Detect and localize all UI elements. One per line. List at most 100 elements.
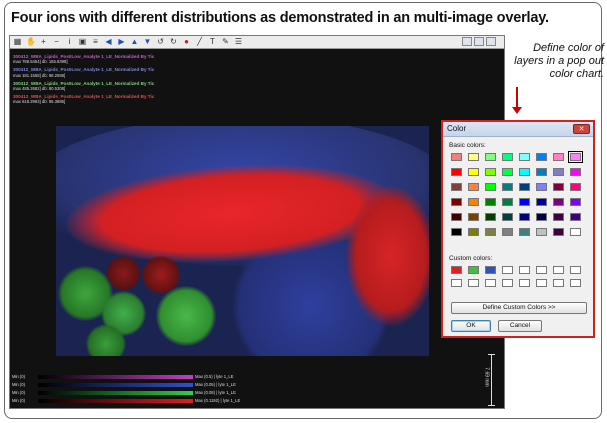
custom-color-swatch[interactable] bbox=[485, 266, 496, 274]
basic-color-swatch[interactable] bbox=[536, 198, 547, 206]
basic-color-swatch[interactable] bbox=[553, 198, 564, 206]
basic-color-swatch[interactable] bbox=[536, 213, 547, 221]
ok-button[interactable]: OK bbox=[451, 320, 491, 332]
basic-color-swatch[interactable] bbox=[570, 168, 581, 176]
basic-color-swatch[interactable] bbox=[570, 198, 581, 206]
rotate-left-icon[interactable]: ↺ bbox=[156, 37, 165, 46]
layer-stats: max 485.2682] db: 80.5308] bbox=[13, 86, 66, 92]
basic-color-swatch[interactable] bbox=[553, 153, 564, 161]
custom-color-swatch[interactable] bbox=[468, 266, 479, 274]
custom-color-swatch[interactable] bbox=[519, 266, 530, 274]
layout-icon[interactable] bbox=[462, 37, 472, 46]
layer-entry[interactable]: 300412_WBA_Lipids_Pos0Low_Analyte 1_LE_N… bbox=[13, 81, 154, 91]
basic-color-swatch[interactable] bbox=[468, 168, 479, 176]
color-icon[interactable] bbox=[474, 37, 484, 46]
basic-color-swatch[interactable] bbox=[468, 183, 479, 191]
custom-color-swatch[interactable] bbox=[536, 266, 547, 274]
basic-color-swatch[interactable] bbox=[519, 183, 530, 191]
basic-color-swatch[interactable] bbox=[570, 183, 581, 191]
basic-color-swatch[interactable] bbox=[536, 183, 547, 191]
colorbar-min: Min (0) bbox=[12, 374, 26, 379]
basic-color-swatch[interactable] bbox=[502, 198, 513, 206]
basic-color-swatch[interactable] bbox=[485, 198, 496, 206]
custom-color-swatch[interactable] bbox=[536, 279, 547, 287]
basic-color-swatch[interactable] bbox=[502, 153, 513, 161]
basic-color-swatch[interactable] bbox=[451, 183, 462, 191]
hand-icon[interactable]: ✋ bbox=[26, 37, 36, 46]
basic-color-swatch[interactable] bbox=[502, 183, 513, 191]
basic-color-swatch[interactable] bbox=[519, 153, 530, 161]
line-icon[interactable]: ╱ bbox=[195, 37, 204, 46]
basic-color-swatch[interactable] bbox=[568, 151, 583, 163]
basic-color-swatch[interactable] bbox=[553, 228, 564, 236]
colorbar-min: Min (0) bbox=[12, 398, 26, 403]
pointer-icon[interactable] bbox=[486, 37, 496, 46]
basic-color-swatch[interactable] bbox=[536, 168, 547, 176]
custom-color-swatch[interactable] bbox=[468, 279, 479, 287]
dialog-title-bar[interactable]: Color ✕ bbox=[443, 122, 593, 137]
arrow-down-icon[interactable]: ▼ bbox=[143, 37, 152, 46]
basic-color-swatch[interactable] bbox=[451, 198, 462, 206]
list-icon[interactable]: ☰ bbox=[234, 37, 243, 46]
grid-icon[interactable]: ▦ bbox=[13, 37, 22, 46]
layer-entry[interactable]: 300412_WBA_Lipids_Pos0Low_Analyte 1_LE_N… bbox=[13, 67, 154, 77]
basic-color-swatch[interactable] bbox=[468, 228, 479, 236]
basic-color-swatch[interactable] bbox=[519, 198, 530, 206]
basic-color-swatch[interactable] bbox=[519, 228, 530, 236]
rotate-right-icon[interactable]: ↻ bbox=[169, 37, 178, 46]
custom-color-swatch[interactable] bbox=[519, 279, 530, 287]
basic-color-swatch[interactable] bbox=[502, 168, 513, 176]
layer-entry[interactable]: 300412_WBA_Lipids_Pos0Low_Analyte 1_LE_N… bbox=[13, 54, 154, 64]
basic-color-swatch[interactable] bbox=[536, 228, 547, 236]
layer-list: 300412_WBA_Lipids_Pos0Low_Analyte 1_LE_N… bbox=[13, 54, 154, 108]
basic-color-swatch[interactable] bbox=[553, 183, 564, 191]
basic-color-swatch[interactable] bbox=[485, 213, 496, 221]
custom-color-swatch[interactable] bbox=[553, 266, 564, 274]
basic-color-swatch[interactable] bbox=[451, 213, 462, 221]
custom-color-swatch[interactable] bbox=[502, 266, 513, 274]
basic-color-swatch[interactable] bbox=[485, 228, 496, 236]
basic-color-swatch[interactable] bbox=[519, 213, 530, 221]
zoom-in-icon[interactable]: + bbox=[39, 37, 48, 46]
basic-color-swatch[interactable] bbox=[570, 228, 581, 236]
basic-color-swatch[interactable] bbox=[519, 168, 530, 176]
basic-color-swatch[interactable] bbox=[502, 228, 513, 236]
basic-color-swatch[interactable] bbox=[536, 153, 547, 161]
basic-color-swatch[interactable] bbox=[570, 213, 581, 221]
basic-color-swatch[interactable] bbox=[468, 153, 479, 161]
zoom-out-icon[interactable]: − bbox=[52, 37, 61, 46]
define-custom-colors-button[interactable]: Define Custom Colors >> bbox=[451, 302, 587, 314]
arrow-up-icon[interactable]: ▲ bbox=[130, 37, 139, 46]
close-icon[interactable]: ✕ bbox=[573, 124, 590, 134]
record-icon[interactable]: ● bbox=[182, 37, 191, 46]
arrow-left-icon[interactable]: ◀ bbox=[104, 37, 113, 46]
layers-icon[interactable]: ≡ bbox=[91, 37, 100, 46]
basic-color-swatch[interactable] bbox=[451, 168, 462, 176]
info-icon[interactable]: i bbox=[65, 37, 74, 46]
layer-entry[interactable]: 300412_WBA_Lipids_Pos0Low_Analyte 1_LE_N… bbox=[13, 94, 154, 104]
basic-color-swatch[interactable] bbox=[502, 213, 513, 221]
basic-color-swatch[interactable] bbox=[451, 228, 462, 236]
scale-bar: 7.69 mm bbox=[484, 354, 497, 406]
custom-color-swatch[interactable] bbox=[570, 279, 581, 287]
ion-overlay-image[interactable] bbox=[56, 126, 429, 356]
basic-color-swatch[interactable] bbox=[485, 153, 496, 161]
basic-color-swatch[interactable] bbox=[468, 213, 479, 221]
pencil-icon[interactable]: ✎ bbox=[221, 37, 230, 46]
basic-color-swatch[interactable] bbox=[451, 153, 462, 161]
basic-color-swatch[interactable] bbox=[485, 183, 496, 191]
arrow-right-icon[interactable]: ▶ bbox=[117, 37, 126, 46]
basic-color-swatch[interactable] bbox=[468, 198, 479, 206]
custom-color-swatch[interactable] bbox=[553, 279, 564, 287]
custom-color-swatch[interactable] bbox=[451, 266, 462, 274]
basic-color-swatch[interactable] bbox=[553, 168, 564, 176]
image-icon[interactable]: ▣ bbox=[78, 37, 87, 46]
custom-color-swatch[interactable] bbox=[570, 266, 581, 274]
basic-color-swatch[interactable] bbox=[485, 168, 496, 176]
custom-color-swatch[interactable] bbox=[485, 279, 496, 287]
cancel-button[interactable]: Cancel bbox=[498, 320, 542, 332]
custom-color-swatch[interactable] bbox=[451, 279, 462, 287]
text-icon[interactable]: T bbox=[208, 37, 217, 46]
custom-color-swatch[interactable] bbox=[502, 279, 513, 287]
basic-color-swatch[interactable] bbox=[553, 213, 564, 221]
